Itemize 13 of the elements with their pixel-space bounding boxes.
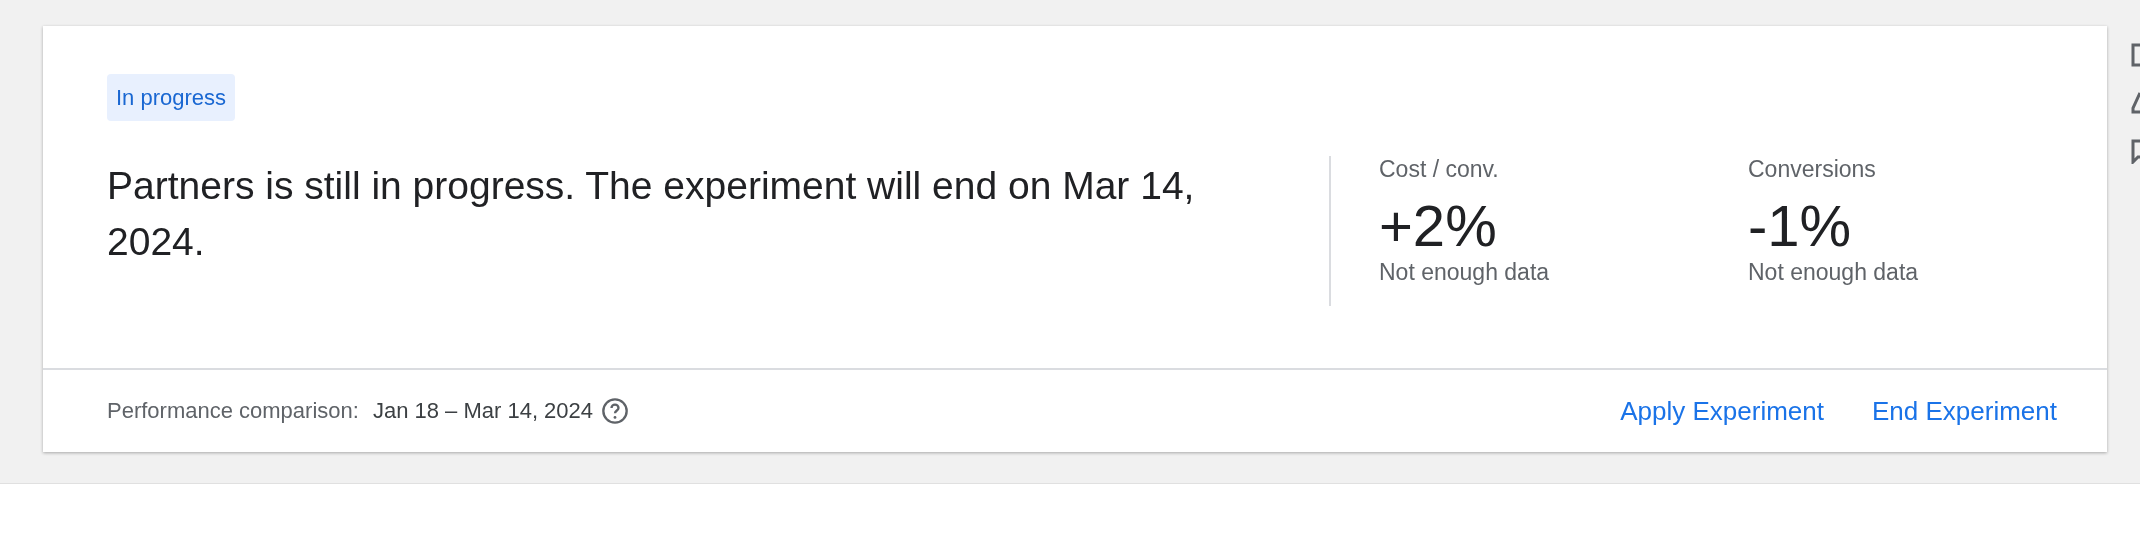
metric-value: +2% (1379, 193, 1498, 259)
metric-note: Not enough data (1379, 259, 1551, 286)
help-icon[interactable] (601, 397, 630, 425)
metric-note: Not enough data (1748, 259, 1920, 286)
status-badge: In progress (107, 74, 236, 121)
action-link[interactable]: Apply Experiment (1620, 387, 1824, 435)
status-message: Partners is still in progress. The experiment will end on Mar 14, 2024. (107, 163, 1196, 265)
action-link[interactable]: End Experiment (1872, 387, 2057, 435)
metric-value: -1% (1748, 193, 1853, 259)
date-range: Jan 18 – Mar 14, 2024 (372, 398, 594, 424)
metric-label: Cost / conv. (1379, 156, 1500, 183)
comparison-label: Performance comparison: (107, 398, 359, 424)
metric-label: Conversions (1748, 156, 1877, 183)
